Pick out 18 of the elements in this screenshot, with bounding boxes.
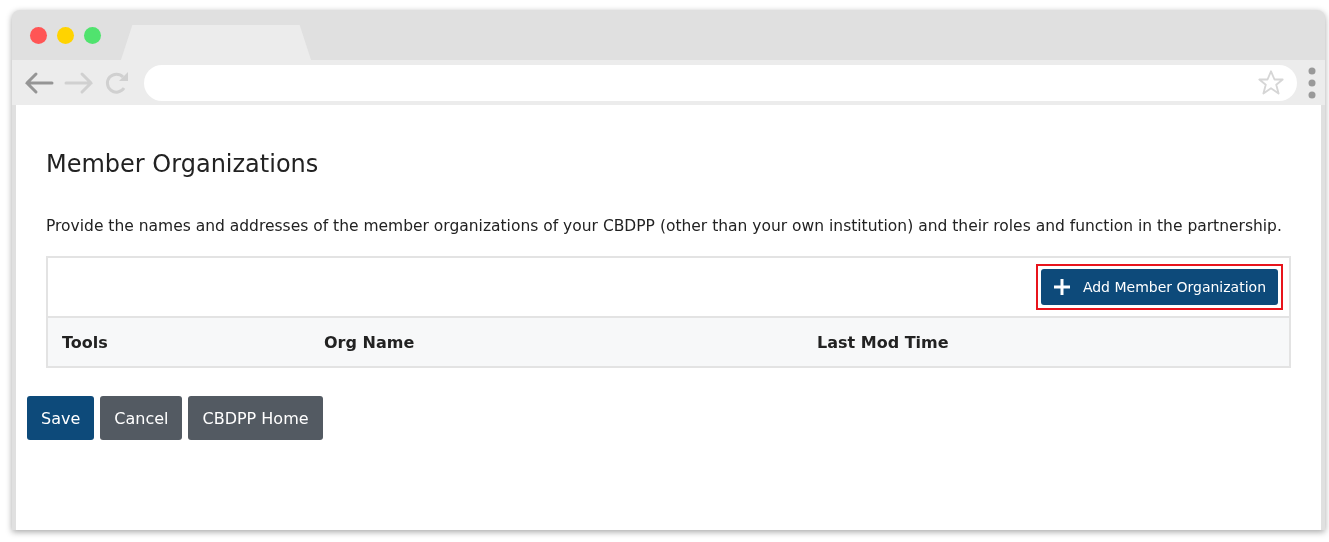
menu-icon[interactable]	[1307, 65, 1317, 100]
minimize-dot-icon[interactable]	[57, 26, 74, 44]
form-button[interactable]: CBDPP Home	[188, 396, 323, 440]
form-button[interactable]: Cancel	[100, 396, 183, 440]
star-icon[interactable]	[1257, 68, 1285, 97]
description-text: Provide the names and addresses of the member organizations of your CBDPP (other than your own institution) and their roles and function in the partnership.	[46, 216, 1283, 237]
form-button[interactable]: Save	[27, 396, 95, 440]
address-bar[interactable]	[144, 64, 1297, 101]
forward-icon[interactable]	[64, 70, 94, 95]
back-icon[interactable]	[24, 70, 54, 95]
page-title: Member Organizations	[46, 150, 320, 178]
plus-icon	[1052, 278, 1071, 296]
maximize-dot-icon[interactable]	[84, 26, 101, 44]
column-header: Last Mod Time	[816, 332, 950, 352]
column-header: Org Name	[323, 332, 416, 352]
close-dot-icon[interactable]	[30, 26, 47, 44]
add-member-button[interactable]: Add Member Organization	[1040, 269, 1278, 305]
column-header: Tools	[61, 332, 109, 352]
